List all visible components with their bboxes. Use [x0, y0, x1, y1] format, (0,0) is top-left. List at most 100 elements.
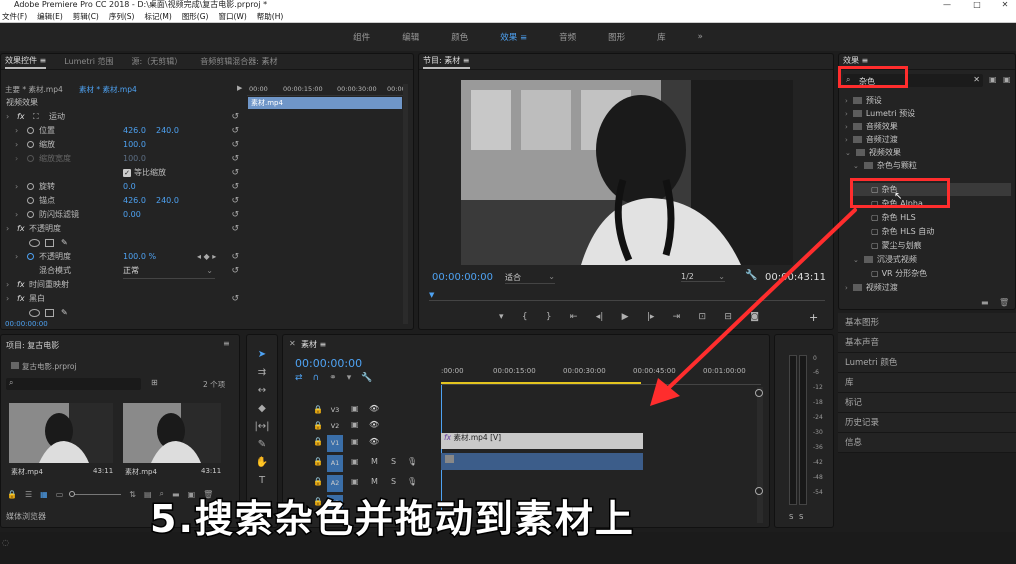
tree-audio-transitions[interactable]: › 音频过渡: [845, 133, 898, 146]
tab-effect-controls[interactable]: 效果控件 ≡: [5, 55, 47, 69]
ec-scrollbar[interactable]: [403, 84, 408, 324]
stopwatch-icon[interactable]: [27, 253, 34, 260]
32bit-effects-icon[interactable]: ▣: [1003, 75, 1011, 84]
effect-dust-scratches[interactable]: ▢ 蒙尘与划痕: [871, 239, 922, 252]
ec-timecode[interactable]: 00:00:00:00: [5, 320, 48, 328]
project-title[interactable]: 项目: 复古电影: [6, 340, 59, 351]
track-a1-label[interactable]: A1: [327, 455, 343, 472]
ellipse-mask-icon[interactable]: [29, 309, 40, 317]
tree-presets[interactable]: › 预设: [845, 94, 882, 107]
anti-flicker-value[interactable]: 0.00: [123, 208, 141, 222]
mute-button[interactable]: M: [371, 477, 378, 486]
master-clip-label[interactable]: 主要 * 素材.mp4: [5, 84, 63, 95]
project-search-input[interactable]: ⌕: [6, 378, 141, 390]
workspace-editing[interactable]: 编辑: [402, 31, 419, 43]
track-v1-label[interactable]: V1: [327, 435, 343, 452]
reset-icon[interactable]: ↺: [231, 208, 239, 222]
uniform-scale-row[interactable]: ✓ 等比缩放 ↺: [1, 166, 247, 180]
timeline-close-icon[interactable]: ✕: [289, 339, 296, 348]
effect-noise-hls-auto[interactable]: ▢ 杂色 HLS 自动: [871, 225, 934, 238]
reset-icon[interactable]: ↺: [231, 124, 239, 138]
lock-icon[interactable]: 🔒: [313, 457, 323, 466]
stopwatch-icon[interactable]: [27, 211, 34, 218]
work-area-bar[interactable]: [441, 382, 641, 384]
delete-icon[interactable]: 🗑: [999, 298, 1009, 307]
hand-tool-icon[interactable]: ✋: [256, 457, 268, 468]
reset-icon[interactable]: ↺: [231, 194, 239, 208]
reset-icon[interactable]: ↺: [231, 264, 239, 278]
uniform-scale-checkbox[interactable]: ✓: [123, 169, 131, 177]
lock-icon[interactable]: 🔒: [7, 490, 17, 499]
position-y-value[interactable]: 240.0: [156, 124, 179, 138]
menu-window[interactable]: 窗口(W): [218, 10, 246, 22]
tab-lumetri-scopes[interactable]: Lumetri 范围: [64, 56, 113, 67]
new-search-bin-icon[interactable]: ⊞: [151, 378, 158, 387]
menu-file[interactable]: 文件(F): [2, 10, 27, 22]
thumbnail-1[interactable]: [9, 403, 113, 463]
audio-clip[interactable]: [441, 453, 643, 470]
type-tool-icon[interactable]: T: [259, 475, 265, 486]
playhead-icon[interactable]: ▼: [429, 291, 434, 299]
freeform-view-icon[interactable]: ▭: [56, 490, 64, 499]
track-v3-label[interactable]: V3: [327, 403, 343, 417]
reset-icon[interactable]: ↺: [231, 250, 239, 264]
workspace-graphics[interactable]: 图形: [608, 31, 625, 43]
slip-tool-icon[interactable]: |↔|: [254, 421, 269, 432]
anchor-y-value[interactable]: 240.0: [156, 194, 179, 208]
lock-icon[interactable]: 🔒: [313, 421, 323, 430]
rectangle-mask-icon[interactable]: [45, 309, 54, 317]
eye-icon[interactable]: 👁: [369, 404, 379, 413]
menu-clip[interactable]: 剪辑(C): [73, 10, 99, 22]
fit-select[interactable]: 适合 ⌄: [505, 272, 555, 284]
blend-mode-row[interactable]: 混合模式 正常 ⌄ ↺: [1, 264, 247, 279]
panel-info[interactable]: 信息: [838, 433, 1016, 453]
menu-markers[interactable]: 标记(M): [144, 10, 171, 22]
menu-graphics[interactable]: 图形(G): [182, 10, 209, 22]
snap-icon[interactable]: ∩: [313, 373, 320, 383]
track-v2-label[interactable]: V2: [327, 419, 343, 433]
timeline-tab[interactable]: 素材 ≡: [301, 339, 326, 350]
program-timecode[interactable]: 00:00:00:00: [432, 272, 493, 283]
razor-tool-icon[interactable]: ◆: [258, 403, 266, 414]
keyframe-nav-icon[interactable]: ◂ ◆ ▸: [197, 250, 216, 264]
rectangle-mask-icon[interactable]: [45, 239, 54, 247]
mark-in-icon[interactable]: {: [522, 312, 528, 326]
time-remap-row[interactable]: › fx 时间重映射: [1, 278, 247, 292]
tab-audio-clip-mixer[interactable]: 音频剪辑混合器: 素材: [200, 56, 277, 67]
sync-lock-icon[interactable]: ▣: [351, 404, 359, 413]
black-white-row[interactable]: › fx 黑白 ↺: [1, 292, 247, 306]
clear-search-icon[interactable]: ✕: [973, 75, 980, 84]
reset-icon[interactable]: ↺: [231, 110, 239, 124]
zoom-slider[interactable]: [69, 490, 122, 497]
add-marker-icon[interactable]: ▾: [347, 373, 352, 383]
opacity-value[interactable]: 100.0 %: [123, 250, 156, 264]
linked-selection-icon[interactable]: ⚭: [329, 373, 337, 383]
sync-lock-icon[interactable]: ▣: [351, 457, 359, 466]
workspace-effects[interactable]: 效果 ≡: [500, 31, 527, 43]
add-marker-icon[interactable]: ▾: [499, 312, 504, 326]
stopwatch-icon[interactable]: [27, 141, 34, 148]
solo-button[interactable]: S: [391, 477, 396, 486]
accelerated-effects-icon[interactable]: ▣: [989, 75, 997, 84]
reset-icon[interactable]: ↺: [231, 138, 239, 152]
opacity-row[interactable]: › 不透明度 100.0 % ◂ ◆ ▸ ↺: [1, 250, 247, 264]
ellipse-mask-icon[interactable]: [29, 239, 40, 247]
sync-lock-icon[interactable]: ▣: [351, 420, 359, 429]
timeline-timecode[interactable]: 00:00:00:00: [295, 357, 362, 370]
thumbnail-2[interactable]: [123, 403, 221, 463]
reset-icon[interactable]: ↺: [231, 152, 239, 166]
nest-icon[interactable]: ⇄: [295, 373, 303, 383]
ec-clip-bar[interactable]: 素材.mp4: [248, 97, 402, 109]
reset-icon[interactable]: ↺: [231, 166, 239, 180]
pen-mask-icon[interactable]: ✎: [61, 306, 68, 320]
workspace-color[interactable]: 颜色: [451, 31, 468, 43]
go-to-in-icon[interactable]: ⇤: [570, 312, 578, 326]
play-only-icon[interactable]: ▶: [237, 84, 242, 92]
menu-help[interactable]: 帮助(H): [257, 10, 284, 22]
sync-lock-icon[interactable]: ▣: [351, 437, 359, 446]
project-menu-icon[interactable]: ≡: [223, 339, 230, 348]
tree-video-effects[interactable]: ⌄ 视频效果: [845, 146, 901, 159]
new-bin-icon[interactable]: ▬: [981, 298, 989, 307]
media-browser-tab[interactable]: 媒体浏览器: [6, 511, 46, 522]
mic-icon[interactable]: 🎙: [407, 457, 417, 466]
